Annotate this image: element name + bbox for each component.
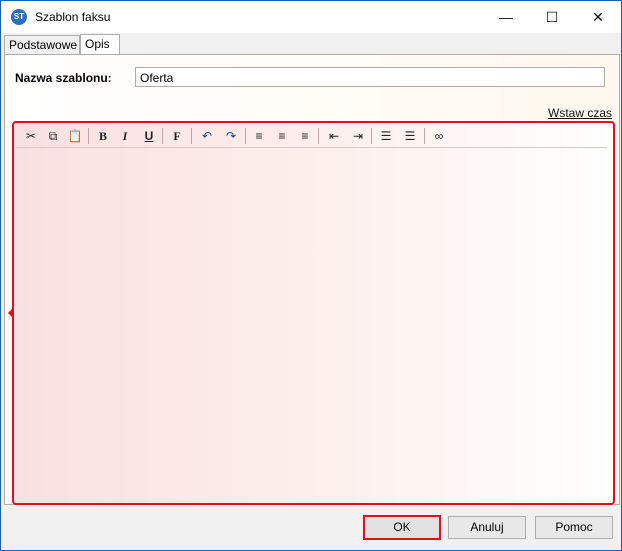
- underline-icon[interactable]: U: [140, 127, 158, 145]
- tab-panel-opis: Nazwa szablonu: Oferta Wstaw czas ✂ ⧉ 📋 …: [4, 54, 620, 505]
- cancel-button[interactable]: Anuluj: [448, 516, 526, 539]
- tab-opis[interactable]: Opis: [80, 34, 120, 56]
- template-name-label: Nazwa szablonu:: [15, 71, 112, 85]
- app-icon: ST: [11, 9, 27, 25]
- tab-podstawowe[interactable]: Podstawowe: [4, 35, 80, 55]
- insert-time-link[interactable]: Wstaw czas: [548, 106, 612, 120]
- redo-icon[interactable]: ↷: [222, 127, 240, 145]
- template-name-input[interactable]: Oferta: [135, 67, 605, 87]
- ok-button[interactable]: OK: [363, 515, 441, 540]
- editor-notch: [8, 308, 13, 318]
- bold-icon[interactable]: B: [94, 127, 112, 145]
- dialog-window: ST Szablon faksu — ☐ ✕ Podstawowe Opis N…: [0, 0, 622, 551]
- close-button[interactable]: ✕: [575, 1, 621, 33]
- italic-icon[interactable]: I: [116, 127, 134, 145]
- font-icon[interactable]: F: [168, 127, 186, 145]
- align-left-icon[interactable]: ≡: [250, 127, 268, 145]
- align-center-icon[interactable]: ≡: [273, 127, 291, 145]
- unordered-list-icon[interactable]: ☰: [401, 127, 419, 145]
- button-bar: OK Anuluj Pomoc: [1, 506, 621, 550]
- toolbar-separator: [371, 128, 372, 144]
- paste-icon[interactable]: 📋: [66, 127, 84, 145]
- window-title: Szablon faksu: [35, 10, 111, 24]
- minimize-button[interactable]: —: [483, 1, 529, 33]
- maximize-button[interactable]: ☐: [529, 1, 575, 33]
- toolbar-separator: [318, 128, 319, 144]
- undo-icon[interactable]: ↶: [198, 127, 216, 145]
- help-button[interactable]: Pomoc: [535, 516, 613, 539]
- toolbar-separator: [245, 128, 246, 144]
- outdent-icon[interactable]: ⇤: [325, 127, 343, 145]
- title-bar: ST Szablon faksu — ☐ ✕: [1, 1, 621, 33]
- align-right-icon[interactable]: ≡: [296, 127, 314, 145]
- rich-text-editor[interactable]: ✂ ⧉ 📋 B I U F ↶ ↷ ≡ ≡ ≡ ⇤ ⇥ ☰ ☰ ∞: [8, 121, 615, 505]
- link-icon[interactable]: ∞: [430, 127, 448, 145]
- toolbar-separator: [88, 128, 89, 144]
- copy-icon[interactable]: ⧉: [44, 127, 62, 145]
- ordered-list-icon[interactable]: ☰: [377, 127, 395, 145]
- toolbar-separator: [162, 128, 163, 144]
- indent-icon[interactable]: ⇥: [349, 127, 367, 145]
- cut-icon[interactable]: ✂: [22, 127, 40, 145]
- toolbar-separator: [424, 128, 425, 144]
- editor-toolbar: ✂ ⧉ 📋 B I U F ↶ ↷ ≡ ≡ ≡ ⇤ ⇥ ☰ ☰ ∞: [16, 125, 607, 148]
- toolbar-separator: [191, 128, 192, 144]
